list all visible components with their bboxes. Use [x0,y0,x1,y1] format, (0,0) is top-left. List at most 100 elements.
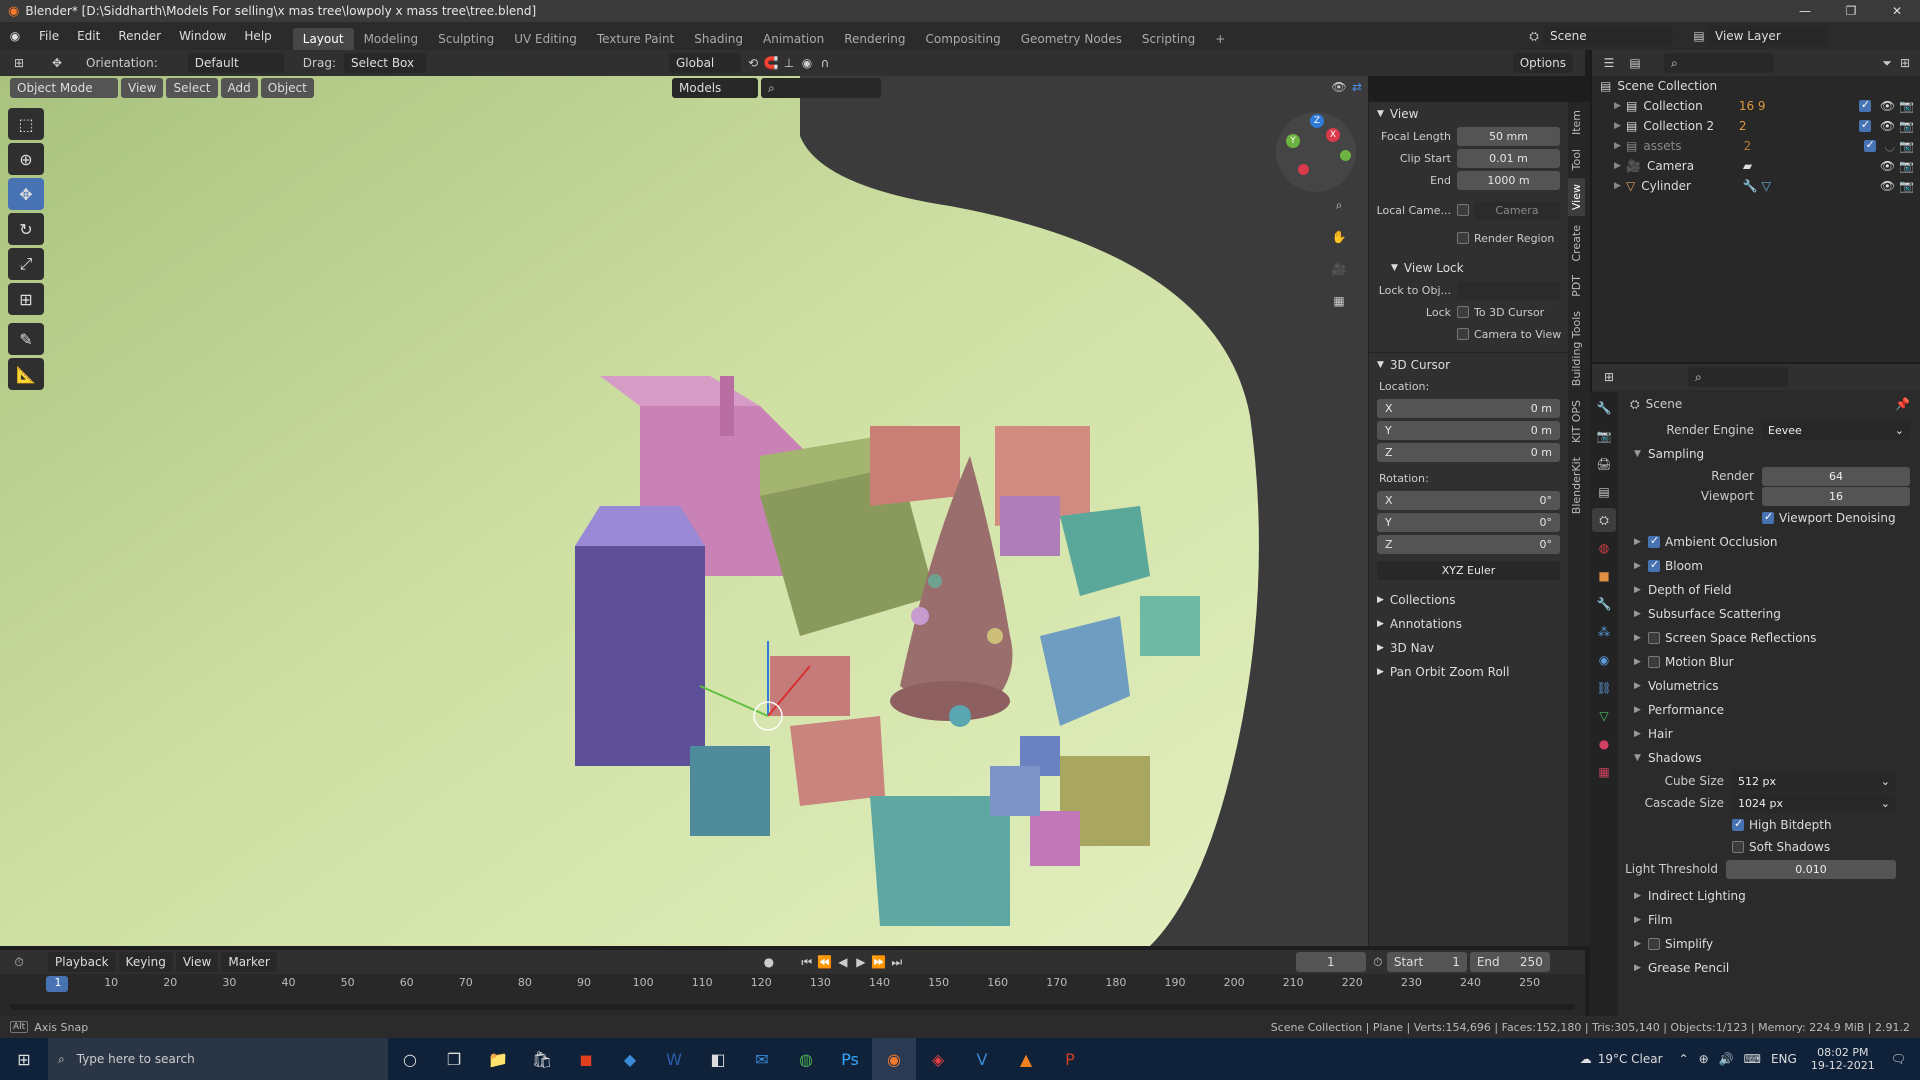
taskbar-search-box[interactable]: ⌕ Type here to search [48,1038,388,1080]
menu-render[interactable]: Render [109,29,170,43]
tab-create[interactable]: Create [1568,219,1585,268]
properties-search-icon[interactable]: ⌕ [1688,367,1788,387]
filter-icon[interactable]: ⏷ [1878,54,1896,72]
z-axis-icon[interactable]: Z [1310,114,1324,128]
tab-sculpting[interactable]: Sculpting [428,28,504,50]
lock-to-object-field[interactable] [1457,280,1560,300]
render-camera-icon[interactable]: 📷 [1899,179,1914,193]
annotate-icon[interactable]: ✎ [8,323,44,355]
timeline-scrollbar[interactable] [10,1004,1575,1010]
render-camera-icon[interactable]: 📷 [1899,139,1914,153]
cursor-location-z[interactable]: Z 0 m [1377,442,1560,462]
texture-tab-icon[interactable]: ▦ [1592,760,1616,784]
menu-marker[interactable]: Marker [221,952,277,972]
move-icon[interactable]: ✥ [8,178,44,210]
view-layer-selector[interactable]: View Layer [1708,26,1828,46]
data-tab-icon[interactable]: ▽ [1592,704,1616,728]
vlc-icon[interactable]: ▲ [1004,1038,1048,1080]
photoshop-icon[interactable]: Ps [828,1038,872,1080]
3d-cursor-header[interactable]: ▼ 3D Cursor [1369,352,1568,376]
word-icon[interactable]: W [652,1038,696,1080]
tab-compositing[interactable]: Compositing [915,28,1010,50]
models-search-icon[interactable]: ⌕ [761,78,881,98]
local-camera-checkbox[interactable] [1457,204,1469,216]
section-hair[interactable]: ▶ Hair [1622,722,1920,746]
jump-keyframe-back-icon[interactable]: ⏪ [816,953,834,971]
render-engine-dropdown[interactable]: Eevee ⌄ [1762,420,1910,440]
jump-start-icon[interactable]: ⏮ [798,953,816,971]
section-bloom[interactable]: ▶Bloom [1622,554,1920,578]
section-depth-of-field[interactable]: ▶ Depth of Field [1622,578,1920,602]
eye-icon[interactable]: 👁 [1880,119,1895,133]
end-frame-field[interactable]: End 250 [1469,952,1550,972]
outliner-item-collection-2[interactable]: ▶▤Collection 22👁📷 [1592,116,1920,136]
network-icon[interactable]: ⊕ [1699,1052,1709,1066]
outliner-item-collection[interactable]: ▶▤Collection16 9👁📷 [1592,96,1920,116]
select-box-icon[interactable]: ⬚ [8,108,44,140]
view-lock-header[interactable]: ▼ View Lock [1369,256,1568,280]
motion-blur-checkbox[interactable] [1648,656,1660,668]
volume-icon[interactable]: 🔊 [1719,1052,1734,1066]
auto-keying-icon[interactable]: ● [760,953,778,971]
chevron-up-icon[interactable]: ⌃ [1679,1052,1689,1066]
tab-building-tools[interactable]: Building Tools [1568,305,1585,392]
cursor-rotation-y[interactable]: Y 0° [1377,512,1560,532]
options-dropdown[interactable]: Options [1512,53,1573,73]
tab-view[interactable]: View [1568,178,1585,217]
close-button[interactable]: ✕ [1874,0,1920,22]
cascade-size-dropdown[interactable]: 1024 px ⌄ [1732,793,1896,813]
tab-modeling[interactable]: Modeling [354,28,429,50]
zoom-icon[interactable]: ⌕ [1330,196,1348,214]
scene-tab-icon[interactable]: ⛭ [1592,508,1616,532]
render-samples-field[interactable]: 64 [1762,466,1910,486]
menu-timeline-view[interactable]: View [175,952,219,972]
add-workspace-icon[interactable]: + [1205,28,1235,50]
language-indicator[interactable]: ENG [1771,1052,1797,1066]
modifier-tab-icon[interactable]: 🔧 [1592,592,1616,616]
material-tab-icon[interactable]: ● [1592,732,1616,756]
render-camera-icon[interactable]: 📷 [1899,119,1914,133]
light-threshold-field[interactable]: 0.010 [1726,859,1896,879]
menu-edit[interactable]: Edit [68,29,109,43]
notification-icon[interactable]: 🗨 [1891,1052,1906,1066]
office-icon[interactable]: ◼ [564,1038,608,1080]
pan-orbit-panel-header[interactable]: ▶ Pan Orbit Zoom Roll [1369,660,1568,684]
navigation-gizmo[interactable]: Z X Y [1276,112,1356,192]
snap-icon[interactable]: 🧲 [762,54,780,72]
camera-to-view-checkbox[interactable] [1457,328,1469,340]
focal-length-field[interactable]: 50 mm [1457,126,1560,146]
menu-file[interactable]: File [30,29,68,43]
cursor-icon[interactable]: ⊕ [8,143,44,175]
app-icon[interactable]: ◧ [696,1038,740,1080]
annotations-panel-header[interactable]: ▶ Annotations [1369,612,1568,636]
tab-animation[interactable]: Animation [753,28,834,50]
display-mode-icon[interactable]: ☰ [1600,54,1618,72]
outliner-search-icon[interactable]: ⌕ [1664,53,1774,73]
3d-viewport[interactable]: Object Mode View Select Add Object Model… [0,76,1368,946]
play-reverse-icon[interactable]: ◀ [834,953,852,971]
tab-item[interactable]: Item [1568,104,1585,141]
clip-start-field[interactable]: 0.01 m [1457,148,1560,168]
object-tab-icon[interactable]: ■ [1592,564,1616,588]
tab-uv-editing[interactable]: UV Editing [504,28,587,50]
section-motion-blur[interactable]: ▶ Motion Blur [1622,650,1920,674]
measure-icon[interactable]: 📐 [8,358,44,390]
render-region-checkbox[interactable] [1457,232,1469,244]
high-bitdepth-checkbox[interactable] [1732,817,1744,831]
app-icon[interactable]: ◆ [608,1038,652,1080]
windows-start-icon[interactable]: ⊞ [0,1038,48,1080]
bloom-checkbox[interactable] [1648,558,1660,572]
physics-tab-icon[interactable]: ◉ [1592,648,1616,672]
drag-dropdown[interactable]: Select Box [343,53,426,73]
weather-icon[interactable]: ☁ [1580,1052,1592,1066]
menu-select[interactable]: Select [166,78,218,98]
clock[interactable]: 08:02 PM 19-12-2021 [1811,1046,1875,1072]
visibility-icon[interactable]: 👁 [1330,78,1348,96]
x-axis-icon[interactable]: X [1326,128,1340,142]
view-layer-tab-icon[interactable]: ▤ [1592,480,1616,504]
timeline-ruler[interactable]: 1 10 20 30 40 50 60 70 80 90 100 110 120 130 140 150 160… [0,974,1585,1016]
y-axis-icon[interactable]: Y [1286,134,1300,148]
section-indirect-lighting[interactable]: ▶ Indirect Lighting [1622,884,1920,908]
ambient-occlusion-checkbox[interactable] [1648,534,1660,548]
neg-y-axis-icon[interactable] [1340,150,1351,161]
